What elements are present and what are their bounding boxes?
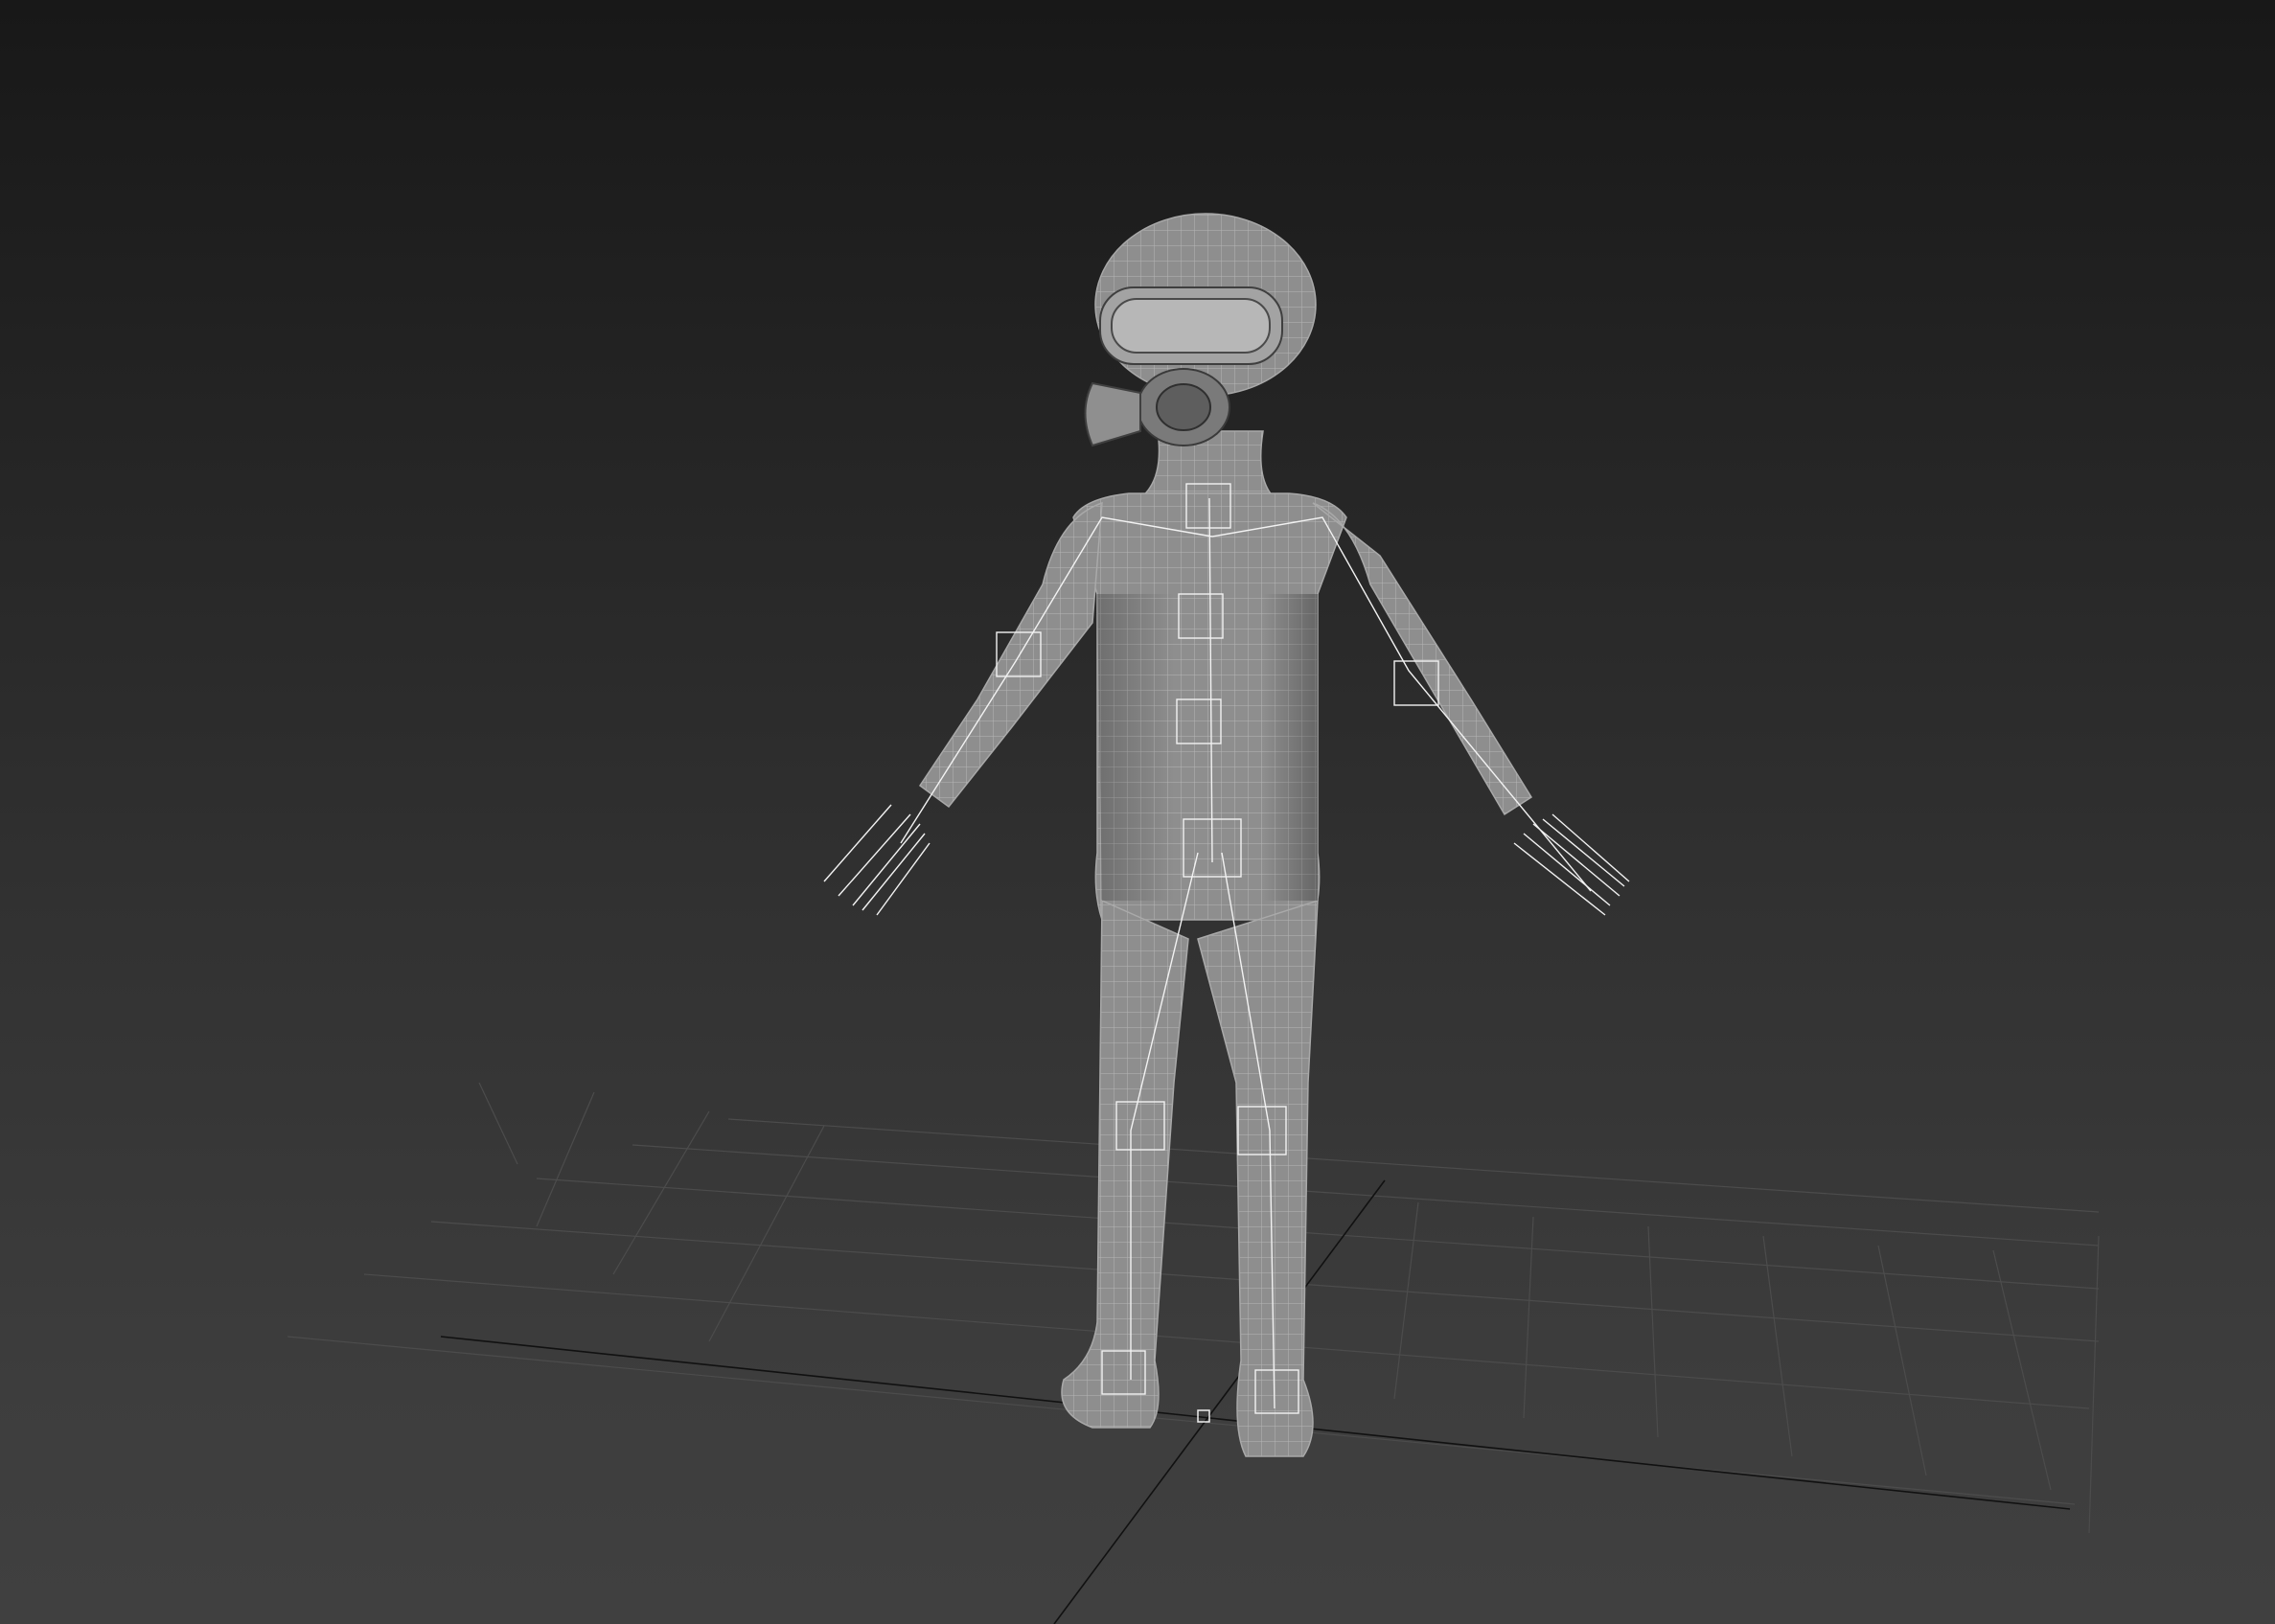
3d-viewport[interactable] [0,0,2275,1624]
pivot-marker[interactable] [1197,1409,1210,1423]
character-mesh[interactable] [823,213,1630,1457]
viewport-scene[interactable] [0,0,2275,1624]
ground-grid [287,1082,2100,1534]
